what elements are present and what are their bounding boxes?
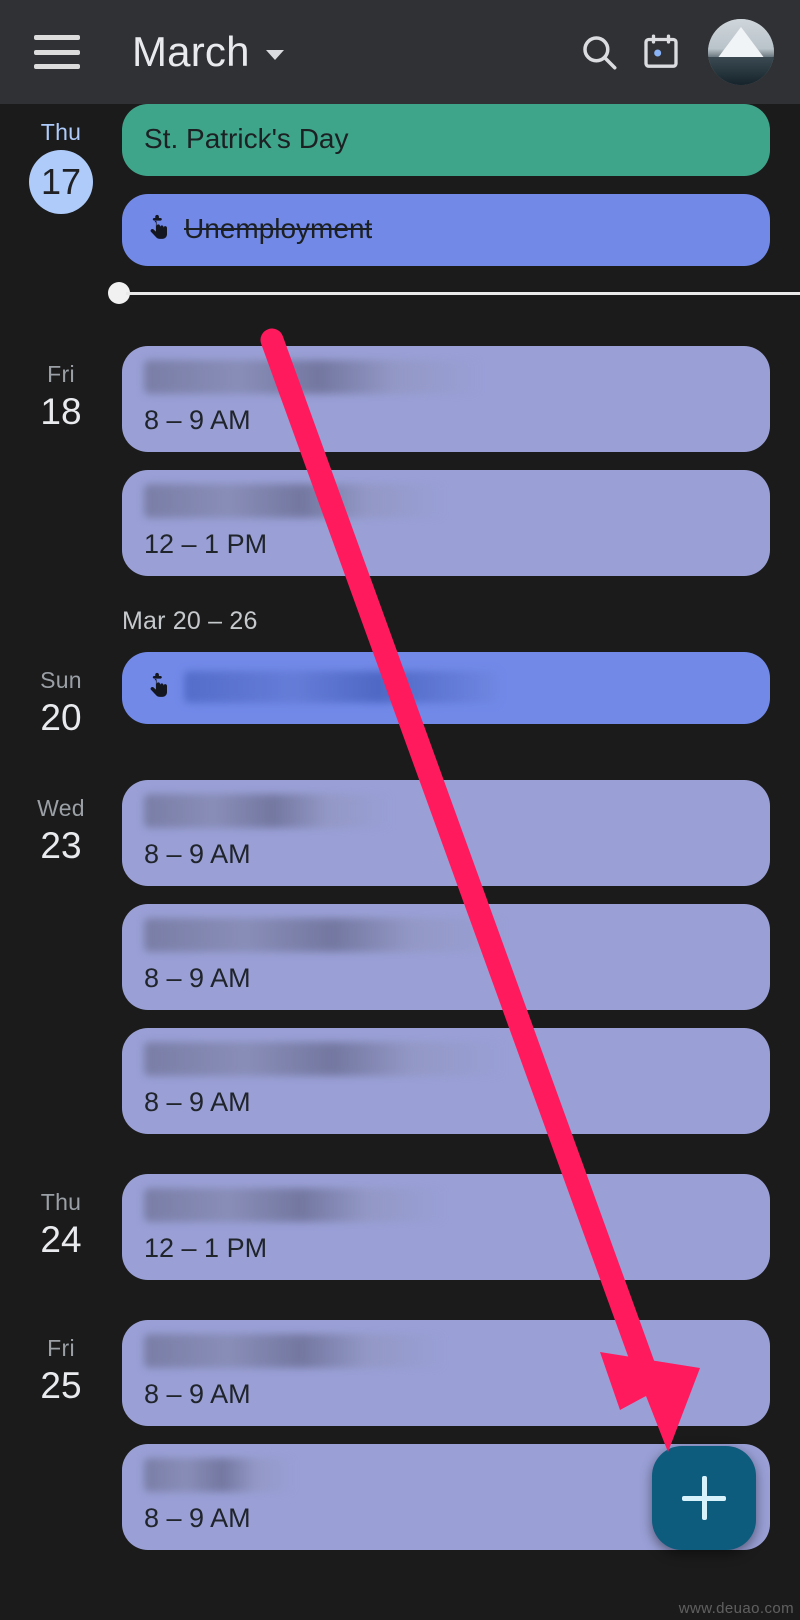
event-time: 8 – 9 AM bbox=[144, 1087, 251, 1117]
day-group-wed-23: Wed 23 8 – 9 AM 8 – 9 AM 8 – 9 AM bbox=[0, 780, 800, 1134]
week-range-header: Mar 20 – 26 bbox=[122, 607, 258, 635]
event-chip[interactable]: 8 – 9 AM bbox=[122, 904, 770, 1010]
hamburger-line bbox=[34, 35, 80, 40]
redacted-event-title bbox=[144, 484, 446, 518]
date-gutter[interactable]: Thu 24 bbox=[0, 1174, 122, 1280]
day-of-week-label: Sun bbox=[40, 667, 82, 693]
day-of-week-label: Fri bbox=[47, 361, 75, 387]
hamburger-line bbox=[34, 49, 80, 55]
task-hand-icon bbox=[150, 214, 167, 239]
day-number-today: 17 bbox=[29, 150, 93, 214]
redacted-event-title bbox=[144, 1458, 295, 1492]
redacted-event-title bbox=[144, 794, 392, 828]
day-of-week-label: Wed bbox=[37, 795, 85, 821]
date-gutter[interactable]: Sun 20 bbox=[0, 652, 122, 740]
date-gutter[interactable]: Fri 18 bbox=[0, 346, 122, 576]
day-events: 8 – 9 AM 8 – 9 AM 8 – 9 AM bbox=[122, 780, 800, 1134]
event-title: St. Patrick's Day bbox=[144, 123, 349, 154]
day-number: 25 bbox=[40, 1365, 82, 1406]
redacted-event-title bbox=[184, 671, 499, 703]
event-chip[interactable]: 8 – 9 AM bbox=[122, 1028, 770, 1134]
event-chip-task[interactable]: Unemployment bbox=[122, 194, 770, 266]
day-group-fri-18: Fri 18 8 – 9 AM 12 – 1 PM bbox=[0, 346, 800, 576]
top-app-bar: March bbox=[0, 0, 800, 104]
event-chip[interactable]: 8 – 9 AM bbox=[122, 1320, 770, 1426]
day-number: 24 bbox=[40, 1219, 82, 1260]
event-time: 12 – 1 PM bbox=[144, 529, 268, 559]
date-gutter[interactable]: Wed 23 bbox=[0, 780, 122, 1134]
calendar-app: March Thu 17 St. Patrick's Day Unemploym… bbox=[0, 0, 800, 1620]
watermark: www.deuao.com bbox=[678, 1600, 794, 1617]
calendar-day-icon[interactable] bbox=[630, 21, 692, 83]
date-gutter[interactable]: Thu 17 bbox=[0, 104, 122, 266]
month-selector[interactable]: March bbox=[132, 31, 284, 73]
day-group-thu-24: Thu 24 12 – 1 PM bbox=[0, 1174, 800, 1280]
event-title-row bbox=[144, 671, 748, 703]
event-time: 8 – 9 AM bbox=[144, 405, 251, 435]
hamburger-menu-icon[interactable] bbox=[34, 35, 80, 69]
search-icon[interactable] bbox=[568, 21, 630, 83]
event-chip[interactable]: 12 – 1 PM bbox=[122, 1174, 770, 1280]
redacted-event-title bbox=[144, 360, 483, 394]
event-chip[interactable]: 8 – 9 AM bbox=[122, 346, 770, 452]
day-number: 23 bbox=[40, 825, 82, 866]
current-time-indicator bbox=[0, 276, 800, 310]
page-title: March bbox=[132, 28, 250, 75]
current-time-rule bbox=[126, 291, 800, 295]
day-events: 12 – 1 PM bbox=[122, 1174, 800, 1280]
day-number: 18 bbox=[40, 391, 82, 432]
event-title-row: Unemployment bbox=[144, 212, 748, 246]
redacted-event-title bbox=[144, 918, 507, 952]
day-events bbox=[122, 652, 800, 740]
avatar-mountain-base bbox=[708, 57, 774, 85]
redacted-event-title bbox=[144, 1188, 446, 1222]
avatar[interactable] bbox=[708, 19, 774, 85]
event-chip-holiday[interactable]: St. Patrick's Day bbox=[122, 104, 770, 176]
create-event-fab[interactable] bbox=[652, 1446, 756, 1550]
plus-icon-vertical bbox=[701, 1476, 707, 1520]
event-chip[interactable]: 8 – 9 AM bbox=[122, 780, 770, 886]
event-chip-task[interactable] bbox=[122, 652, 770, 724]
redacted-event-title bbox=[144, 1042, 507, 1076]
day-events: St. Patrick's Day Unemployment bbox=[122, 104, 800, 266]
redacted-event-title bbox=[144, 1334, 446, 1368]
date-gutter[interactable]: Fri 25 bbox=[0, 1320, 122, 1550]
event-time: 8 – 9 AM bbox=[144, 963, 251, 993]
chevron-down-icon bbox=[265, 50, 284, 60]
task-hand-icon bbox=[150, 672, 167, 697]
hamburger-line bbox=[34, 64, 80, 69]
day-group-thu-17: Thu 17 St. Patrick's Day Unemployment bbox=[0, 104, 800, 266]
event-time: 8 – 9 AM bbox=[144, 839, 251, 869]
schedule-list[interactable]: Thu 17 St. Patrick's Day Unemployment Fr… bbox=[0, 104, 800, 1620]
day-of-week-label: Thu bbox=[40, 119, 82, 145]
event-title: Unemployment bbox=[184, 213, 373, 244]
day-number: 20 bbox=[40, 697, 82, 738]
event-chip[interactable]: 12 – 1 PM bbox=[122, 470, 770, 576]
day-of-week-label: Thu bbox=[40, 1189, 82, 1215]
event-time: 8 – 9 AM bbox=[144, 1379, 251, 1409]
day-group-sun-20: Sun 20 bbox=[0, 652, 800, 740]
day-events: 8 – 9 AM 12 – 1 PM bbox=[122, 346, 800, 576]
event-time: 12 – 1 PM bbox=[144, 1233, 268, 1263]
day-of-week-label: Fri bbox=[47, 1335, 75, 1361]
